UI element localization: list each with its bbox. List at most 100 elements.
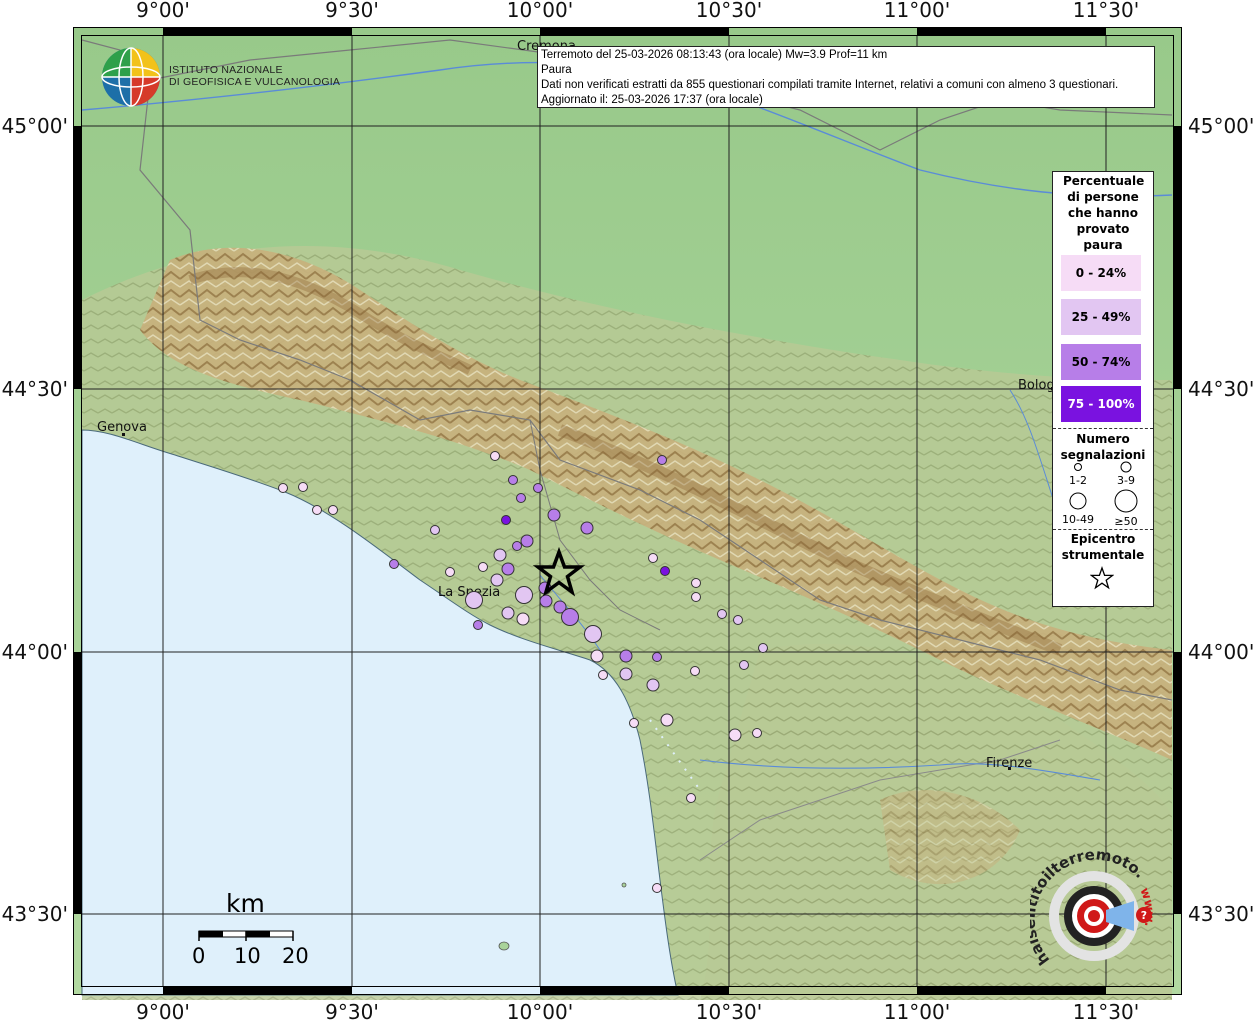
report-point <box>752 728 762 738</box>
lon-label: 9°00' <box>136 1000 190 1024</box>
report-point <box>660 713 674 727</box>
lon-label: 9°30' <box>325 1000 379 1024</box>
ingv-logo-line2: DI GEOFISICA E VULCANOLOGIA <box>169 76 341 88</box>
lat-label: 45°00' <box>2 114 68 138</box>
lon-label: 11°30' <box>1073 1000 1139 1024</box>
latitude-labels-left: 45°00' 44°30' 44°00' 43°30' <box>2 114 68 926</box>
report-point <box>646 678 660 692</box>
report-point <box>465 591 483 609</box>
lon-label: 10°00' <box>507 0 573 22</box>
report-point <box>298 482 308 492</box>
legend-divider <box>1053 428 1153 429</box>
hsit-logo-text: haisentitoilterremoto.it www. <box>1030 850 1157 969</box>
legend-count-label: 1-2 <box>1069 474 1087 487</box>
city-label-firenze: Firenze <box>986 756 1032 771</box>
legend-size-3-9 <box>1120 461 1132 473</box>
report-point <box>278 483 288 493</box>
lon-label: 10°30' <box>696 1000 762 1024</box>
legend-count-label: 10-49 <box>1062 513 1094 526</box>
ingv-logo-text: ISTITUTO NAZIONALE DI GEOFISICA E VULCAN… <box>169 64 340 88</box>
report-point <box>660 566 670 576</box>
report-point <box>501 515 511 525</box>
report-point <box>690 666 700 676</box>
legend-size-10-49 <box>1069 492 1087 510</box>
report-point <box>758 643 768 653</box>
report-point <box>619 667 633 681</box>
ingv-logo-line1: ISTITUTO NAZIONALE <box>169 64 283 76</box>
report-point <box>739 660 749 670</box>
report-point <box>501 606 515 620</box>
report-point <box>478 562 488 572</box>
event-info-box: Terremoto del 25-03-2026 08:13:43 (ora l… <box>537 46 1155 108</box>
hsit-logo-name: haisentitoilterremoto.it <box>1030 850 1149 969</box>
legend-size-1-2 <box>1074 463 1082 471</box>
lon-label: 11°00' <box>884 0 950 22</box>
scale-label: 10 <box>234 944 261 968</box>
legend-class-3: 75 - 100% <box>1061 386 1141 422</box>
scale-unit: km <box>226 889 265 918</box>
legend-class-2: 50 - 74% <box>1061 344 1141 380</box>
event-info-line: Aggiornato il: 25-03-2026 17:37 (ora loc… <box>541 94 763 106</box>
svg-text:www.: www. <box>1137 886 1157 928</box>
legend-size-50plus <box>1114 489 1138 513</box>
lon-label: 10°30' <box>696 0 762 22</box>
report-point <box>533 483 543 493</box>
report-point <box>652 883 662 893</box>
scale-label: 20 <box>282 944 309 968</box>
report-point <box>717 609 727 619</box>
lat-label: 43°30' <box>1188 902 1254 926</box>
report-point <box>733 615 743 625</box>
report-point <box>473 620 483 630</box>
longitude-labels-top: 9°00' 9°30' 10°00' 10°30' 11°00' 11°30' <box>136 0 1139 22</box>
scale-label: 0 <box>192 944 206 968</box>
lon-label: 11°00' <box>884 1000 950 1024</box>
star-icon <box>1090 566 1114 590</box>
report-point <box>430 525 440 535</box>
legend-epicenter-title: Epicentro strumentale <box>1061 532 1145 562</box>
report-point <box>516 493 526 503</box>
report-point <box>691 592 701 602</box>
report-point <box>515 586 533 604</box>
report-point <box>490 451 500 461</box>
report-point <box>501 562 515 576</box>
latitude-labels-right: 45°00' 44°30' 44°00' 43°30' <box>1188 114 1254 926</box>
report-point <box>512 541 522 551</box>
map-area <box>73 27 1182 1000</box>
lon-label: 9°30' <box>325 0 379 22</box>
report-point <box>691 578 701 588</box>
lon-label: 11°30' <box>1073 0 1139 22</box>
map-legend: Percentuale di persone che hanno provato… <box>1052 171 1154 607</box>
lon-label: 9°00' <box>136 0 190 22</box>
report-point <box>508 475 518 485</box>
report-point <box>516 612 530 626</box>
svg-text:haisentitoilterremoto.it: haisentitoilterremoto.it <box>1030 850 1149 969</box>
lat-label: 44°30' <box>2 377 68 401</box>
legend-divider <box>1053 529 1153 530</box>
report-point <box>686 793 696 803</box>
lat-label: 44°00' <box>1188 640 1254 664</box>
hsit-logo-url: www. <box>1137 886 1157 928</box>
lat-label: 43°30' <box>2 902 68 926</box>
report-point <box>389 559 399 569</box>
legend-class-label: 0 - 24% <box>1075 266 1127 280</box>
city-label-genova: Genova <box>97 420 147 435</box>
report-point <box>547 508 561 522</box>
report-point <box>539 594 553 608</box>
report-point <box>445 567 455 577</box>
ingv-globe-logo <box>101 47 161 107</box>
legend-class-1: 25 - 49% <box>1061 299 1141 335</box>
legend-title: Percentuale di persone che hanno provato… <box>1063 174 1145 252</box>
report-point <box>584 625 602 643</box>
event-info-line: Terremoto del 25-03-2026 08:13:43 (ora l… <box>541 49 888 61</box>
lon-label: 10°00' <box>507 1000 573 1024</box>
event-info-line: Dati non verificati estratti da 855 ques… <box>541 79 1119 91</box>
report-point <box>590 649 604 663</box>
report-point <box>657 455 667 465</box>
report-point <box>490 573 504 587</box>
lat-label: 44°00' <box>2 640 68 664</box>
longitude-labels-bottom: 9°00' 9°30' 10°00' 10°30' 11°00' 11°30' <box>136 1000 1139 1024</box>
report-point <box>520 534 534 548</box>
report-point <box>652 652 662 662</box>
report-point <box>328 505 338 515</box>
report-point <box>493 548 507 562</box>
